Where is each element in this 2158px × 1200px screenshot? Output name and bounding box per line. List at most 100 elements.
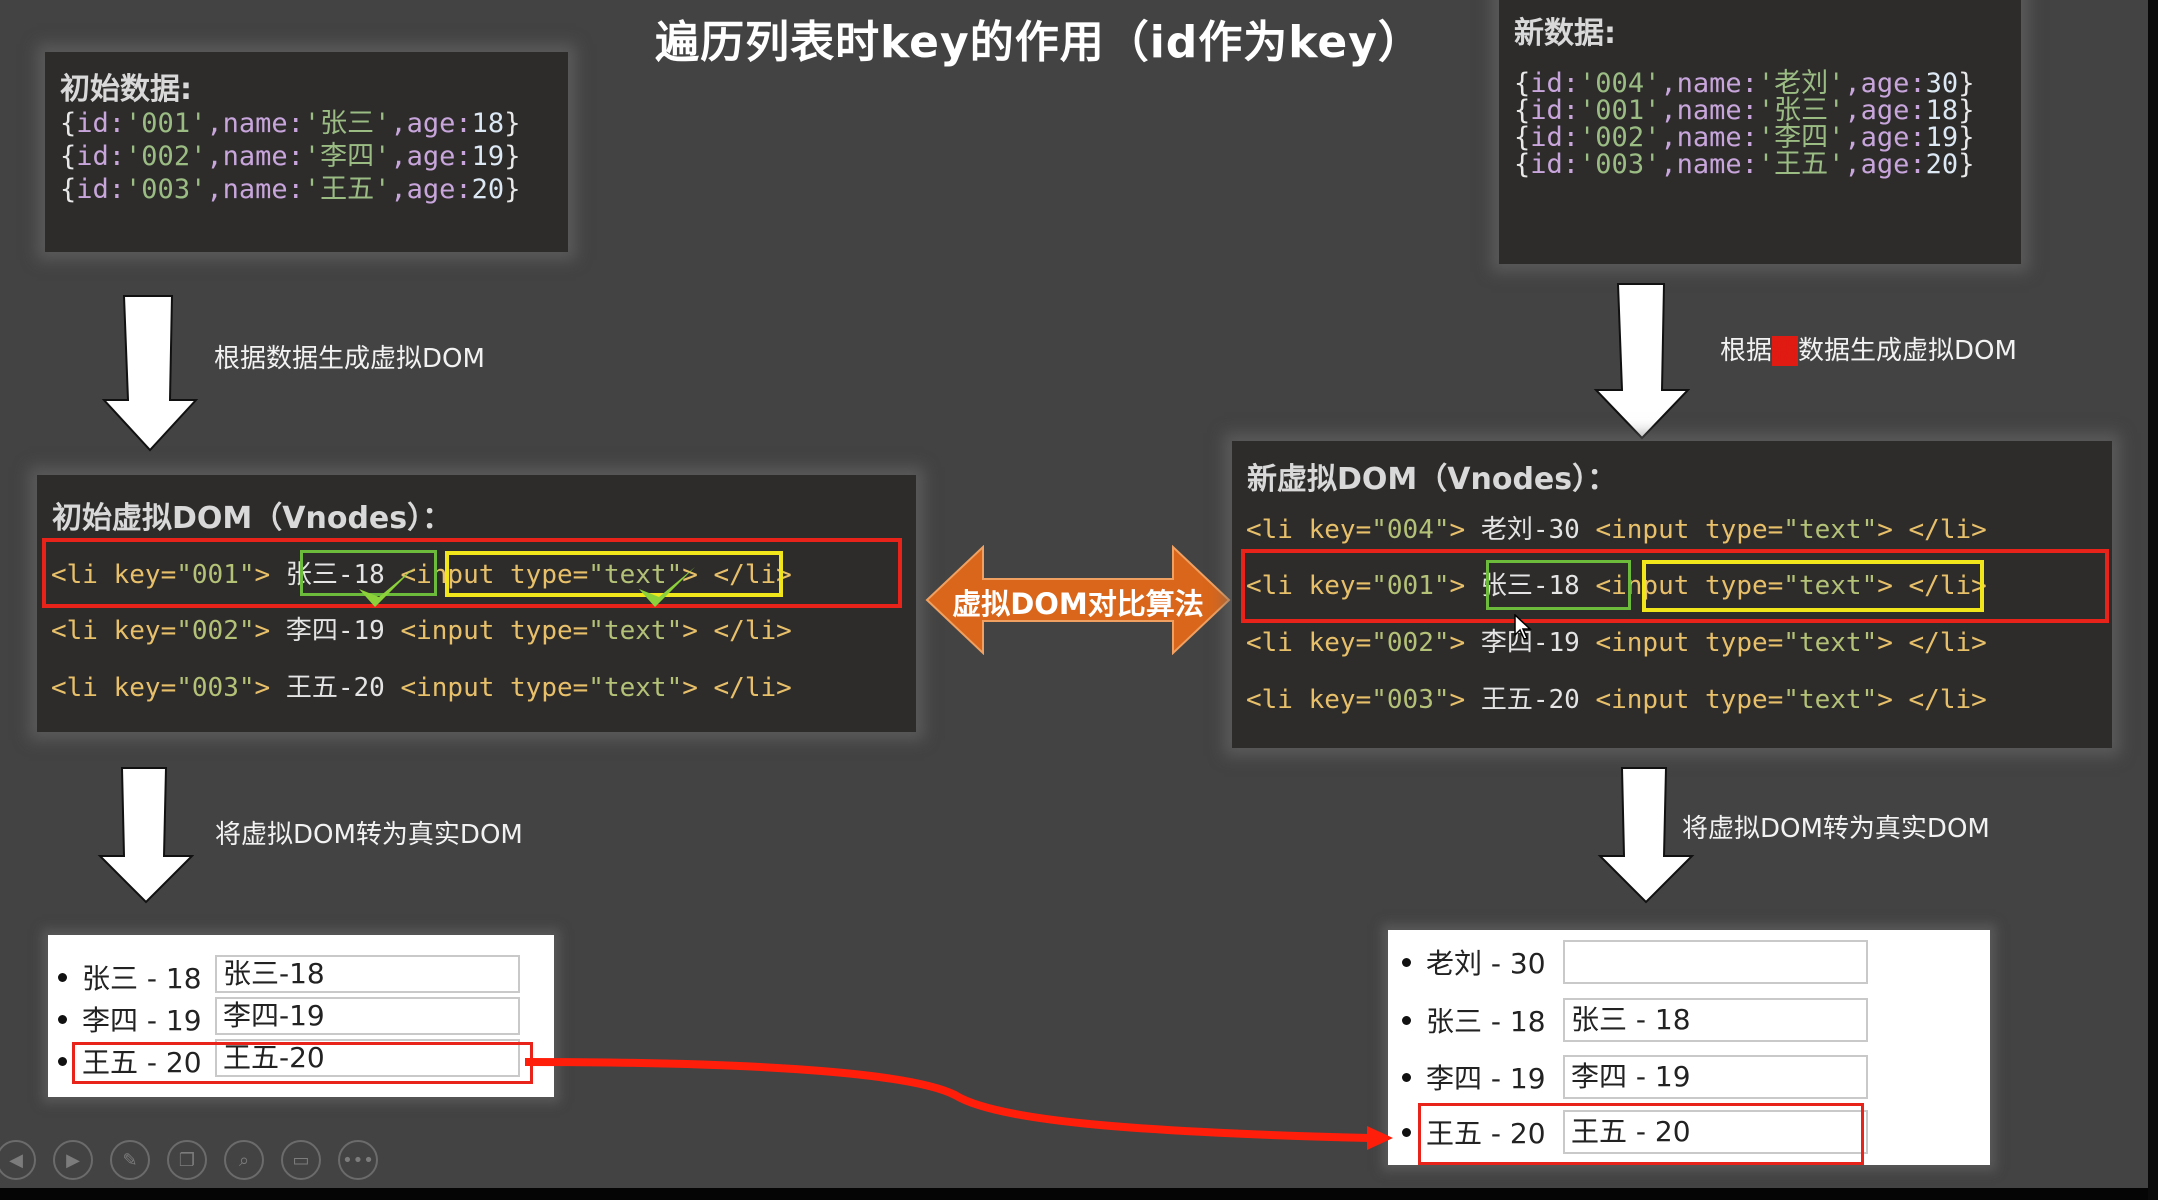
caption-to-real-dom-right: 将虚拟DOM转为真实DOM [1682,814,1990,844]
vnode-text: 王五-20 [1480,685,1596,715]
tag-close: > [1449,628,1481,658]
list-item-label: 李四 - 19 [82,1004,202,1037]
id-key: id: [76,108,126,139]
age-value: 18 [471,108,505,139]
caption-to-real-dom-left: 将虚拟DOM转为真实DOM [215,820,523,850]
highlight-yellow-input [445,551,783,597]
tag-close: > [1449,515,1481,545]
age-key: ,age: [390,108,472,139]
all-slides-button[interactable]: ❐ [167,1140,207,1180]
list-item-label: 老刘 - 30 [1426,947,1546,980]
initial-vdom-box: 初始虚拟DOM（Vnodes）： <li key="001"> 张三-18 <i… [37,475,916,732]
list-item-label: 张三 - 18 [82,962,202,995]
brace: { [1514,149,1531,180]
vnode-text: 李四-19 [1480,628,1596,658]
brace: } [504,141,521,172]
initial-data-lines: {id:'001',name:'张三',age:18} {id:'002',nam… [60,107,520,206]
input-tag: <input type= [400,673,589,703]
name-value: '王五' [1757,149,1845,180]
subtitles-button[interactable]: ▭ [281,1140,321,1180]
new-real-dom-list: 老刘 - 30 张三 - 18 张三 - 18 李四 - 19 李四 - 19 王五 - … [1388,930,1990,1165]
highlight-red-row [72,1042,533,1084]
bullet [1402,1128,1411,1137]
new-data-box: 新数据: {id:'004',name:'老刘',age:30} {id:'001… [1499,0,2021,264]
li-close-tag: > </li> [1877,628,1987,658]
caption-generate-vdom-left: 根据数据生成虚拟DOM [214,344,485,374]
age-value: 20 [1925,149,1959,180]
previous-slide-button[interactable]: ◀ [0,1140,36,1180]
list-item-input[interactable]: 张三-18 [215,955,520,993]
li-open-tag: <li key= [1246,628,1372,658]
brace: } [504,108,521,139]
name-key: ,name: [1660,149,1758,180]
list-item-input[interactable]: 张三 - 18 [1563,998,1868,1042]
bullet [58,1015,67,1024]
initial-vdom-heading: 初始虚拟DOM（Vnodes）： [52,501,453,536]
zoom-button[interactable]: ⌕ [224,1140,264,1180]
previous-slide-icon: ◀ [9,1149,23,1171]
age-value: 19 [471,141,505,172]
brace: { [60,174,77,205]
mouse-cursor-icon [1514,614,1532,640]
vnode-text: 老刘-30 [1480,515,1596,545]
subtitles-icon: ▭ [292,1149,310,1171]
input-tag: <input type= [1595,685,1784,715]
input-type-value: "text" [588,673,683,703]
li-close-tag: > </li> [682,673,792,703]
vnode-line: <li key="003"> 王五-20 <input type="text">… [51,667,792,704]
bottom-bar [0,1188,2158,1200]
arrow-down-icon [1597,767,1695,904]
more-options-button[interactable]: ••• [338,1140,378,1180]
next-slide-icon: ▶ [66,1149,80,1171]
li-open-tag: <li key= [1246,685,1372,715]
initial-data-heading: 初始数据: [60,72,192,107]
input-type-value: "text" [1783,628,1878,658]
li-close-tag: > </li> [682,616,792,646]
arrow-down-icon [101,295,199,452]
input-type-value: "text" [1783,515,1878,545]
initial-data-box: 初始数据: {id:'001',name:'张三',age:18} {id:'00… [45,52,568,252]
data-record: {id:'001',name:'张三',age:18} [60,107,520,140]
all-slides-icon: ❐ [178,1149,196,1171]
pen-button[interactable]: ✎ [110,1140,150,1180]
age-key: ,age: [1844,149,1926,180]
id-value: '003' [125,174,207,205]
id-value: '002' [125,141,207,172]
caption-prefix: 根据 [1720,336,1773,366]
new-data-heading: 新数据: [1514,16,1616,51]
vnode-line: <li key="002"> 李四-19 <input type="text">… [51,610,792,647]
new-vdom-box: 新虚拟DOM（Vnodes）： <li key="004"> 老刘-30 <in… [1232,441,2112,748]
tag-close: > [254,673,286,703]
checkmark-icon [639,567,695,607]
next-slide-button[interactable]: ▶ [53,1140,93,1180]
highlight-yellow-input [1642,560,1984,612]
input-tag: <input type= [400,616,589,646]
input-tag: <input type= [1595,515,1784,545]
vnode-text: 李四-19 [285,616,401,646]
data-record: {id:'002',name:'李四',age:19} [1514,124,1974,151]
li-open-tag: <li key= [1246,515,1372,545]
compare-label: 虚拟DOM对比算法 [952,587,1204,621]
data-record: {id:'003',name:'王五',age:20} [60,173,520,206]
list-item-input[interactable]: 李四-19 [215,997,520,1035]
bullet [1402,958,1411,967]
vnode-text: 王五-20 [285,673,401,703]
name-value: '张三' [303,108,391,139]
name-key: ,name: [206,174,304,205]
name-key: ,name: [206,141,304,172]
list-item-label: 张三 - 18 [1426,1005,1546,1038]
name-value: '李四' [303,141,391,172]
list-item-input[interactable]: 李四 - 19 [1563,1055,1868,1099]
brace: { [60,141,77,172]
list-item-input[interactable] [1563,940,1868,984]
key-value: "003" [176,673,255,703]
highlight-red-row [1418,1103,1864,1165]
key-value: "002" [1371,628,1450,658]
vnode-line: <li key="002"> 李四-19 <input type="text">… [1246,622,1987,659]
more-options-icon: ••• [342,1149,374,1171]
bullet [58,1057,67,1066]
checkmark-icon [359,567,415,607]
pen-icon: ✎ [122,1149,138,1171]
slide-title-text: 遍历列表时key的作用（id作为key） [655,17,1423,68]
data-record: {id:'003',name:'王五',age:20} [1514,151,1974,178]
